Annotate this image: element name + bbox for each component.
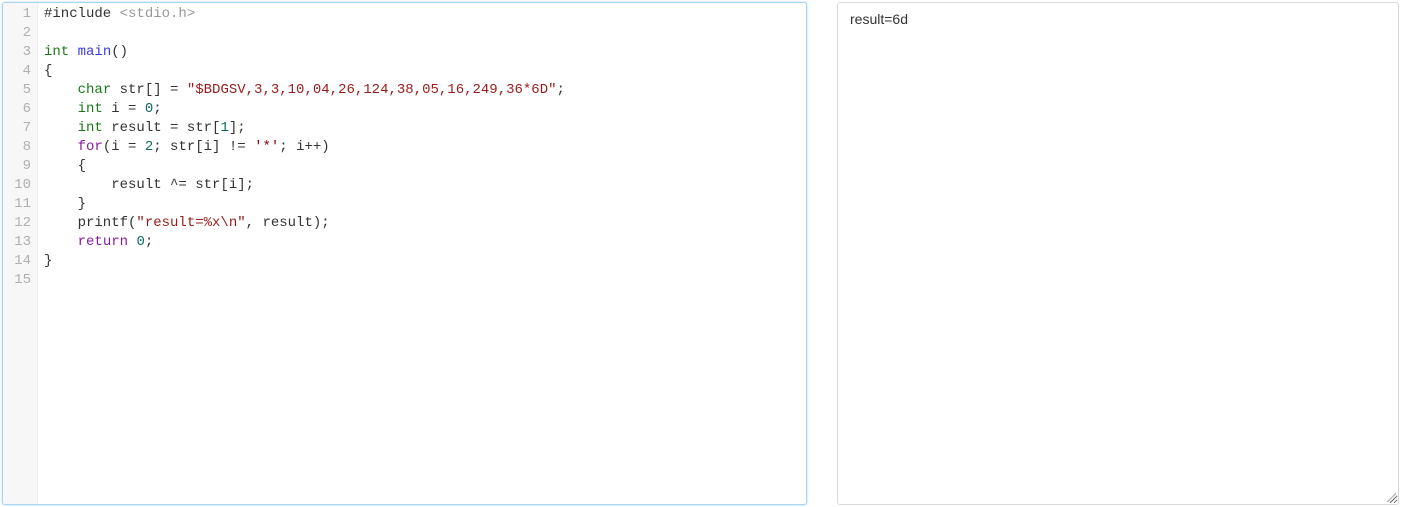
line-number: 1 [3,5,37,24]
code-token: <stdio.h> [120,6,196,22]
code-token: ; [145,234,153,250]
code-token: 0 [145,101,153,117]
code-line[interactable]: for(i = 2; str[i] != '*'; i++) [44,138,802,157]
output-panel[interactable]: result=6d [837,2,1399,505]
code-token: str[] = [111,82,187,98]
code-token: ; i++) [279,139,329,155]
code-token [44,120,78,136]
line-number: 11 [3,195,37,214]
code-token [44,101,78,117]
code-token: #include [44,6,120,22]
code-token: "$BDGSV,3,3,10,04,26,124,38,05,16,249,36… [187,82,557,98]
line-number: 15 [3,271,37,290]
code-token: { [44,63,52,79]
code-line[interactable]: result ^= str[i]; [44,176,802,195]
code-token [69,44,77,60]
line-number: 3 [3,43,37,62]
code-line[interactable]: printf("result=%x\n", result); [44,214,802,233]
code-token: (i = [103,139,145,155]
code-token: for [78,139,103,155]
line-number: 9 [3,157,37,176]
code-token: int [78,120,103,136]
code-token: ]; [229,120,246,136]
code-token: ; str[i] != [153,139,254,155]
code-token: } [44,196,86,212]
line-number: 13 [3,233,37,252]
line-number: 5 [3,81,37,100]
code-token [44,82,78,98]
line-number: 14 [3,252,37,271]
code-line[interactable]: char str[] = "$BDGSV,3,3,10,04,26,124,38… [44,81,802,100]
code-editor[interactable]: 123456789101112131415 #include <stdio.h>… [2,2,807,505]
code-token [44,234,78,250]
line-number: 6 [3,100,37,119]
code-token: printf( [44,215,136,231]
code-token: char [78,82,112,98]
code-token: 2 [145,139,153,155]
line-number: 7 [3,119,37,138]
line-number: 12 [3,214,37,233]
code-line[interactable]: { [44,157,802,176]
code-line[interactable]: { [44,62,802,81]
code-line[interactable]: } [44,195,802,214]
code-line[interactable] [44,24,802,43]
code-token: 0 [136,234,144,250]
code-line[interactable]: return 0; [44,233,802,252]
code-token: return [78,234,128,250]
code-line[interactable]: int i = 0; [44,100,802,119]
output-text: result=6d [850,11,908,27]
code-line[interactable]: #include <stdio.h> [44,5,802,24]
code-token: int [44,44,69,60]
code-line[interactable]: int main() [44,43,802,62]
code-token: main [78,44,112,60]
code-token: } [44,253,52,269]
code-line[interactable] [44,271,802,290]
code-token: result = str[ [103,120,221,136]
code-token: i = [103,101,145,117]
code-line[interactable]: } [44,252,802,271]
code-token: ; [153,101,161,117]
code-token: int [78,101,103,117]
code-line[interactable]: int result = str[1]; [44,119,802,138]
code-token: , result); [246,215,330,231]
code-area[interactable]: #include <stdio.h> int main(){ char str[… [38,3,806,504]
code-token: 1 [220,120,228,136]
line-number: 4 [3,62,37,81]
line-number: 8 [3,138,37,157]
line-number-gutter: 123456789101112131415 [3,3,38,504]
code-token: result ^= str[i]; [44,177,254,193]
code-token: "result=%x\n" [136,215,245,231]
line-number: 10 [3,176,37,195]
code-token: '*' [254,139,279,155]
code-token: () [111,44,128,60]
line-number: 2 [3,24,37,43]
code-token [44,139,78,155]
code-token: { [44,158,86,174]
code-token: ; [557,82,565,98]
